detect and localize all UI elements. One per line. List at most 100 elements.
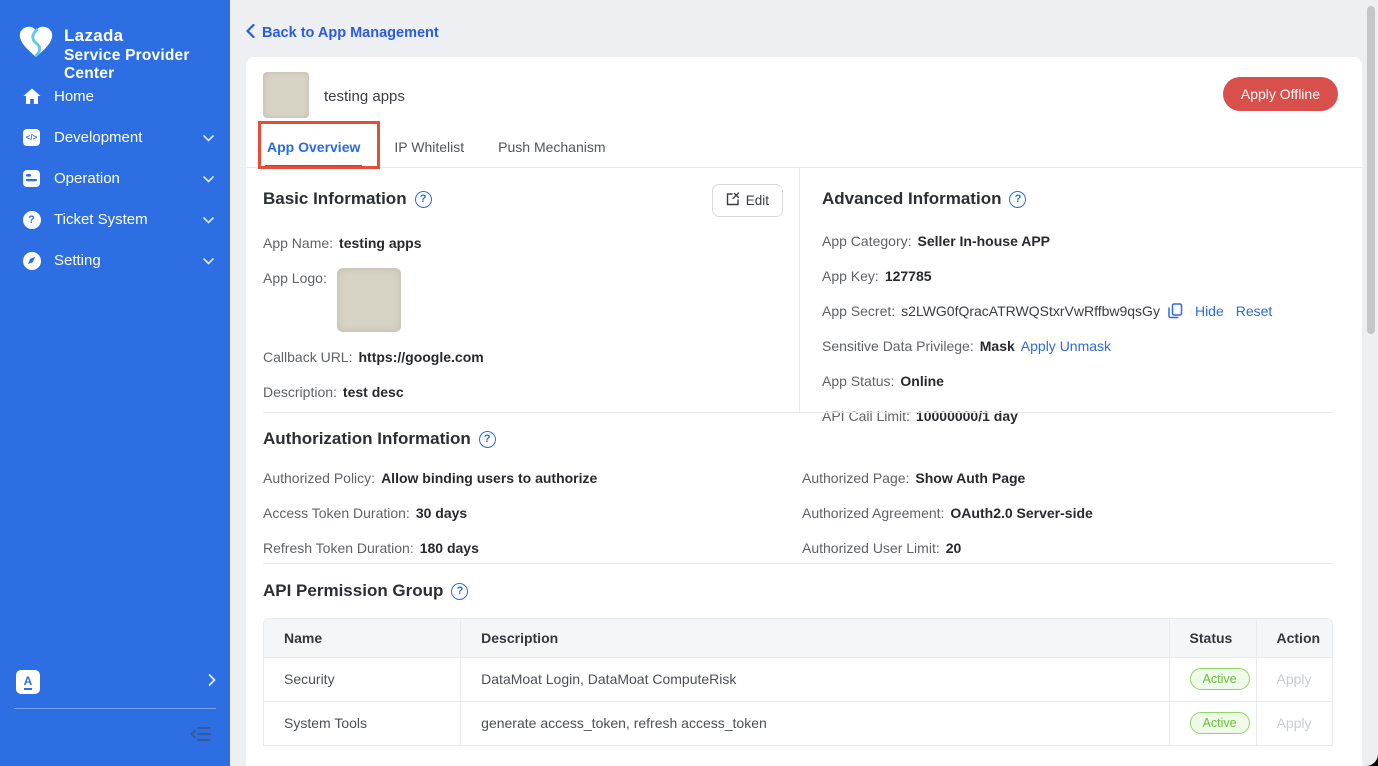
home-icon [22,87,41,106]
basic-information-section: Basic Information ? Edit App Name: testi… [246,168,800,412]
copy-icon[interactable] [1168,303,1183,319]
sidebar-item-label: Development [54,129,142,146]
column-header-name: Name [264,619,461,657]
chevron-right-icon [208,673,216,691]
access-token-duration-value: 30 days [416,503,467,523]
logo-text: Lazada Service Provider Center [64,26,230,83]
description-label: Description: [263,382,337,402]
refresh-token-duration-value: 180 days [420,538,479,558]
app-secret-value: s2LWG0fQracATRWQStxrVwRffbw9qsGy [901,301,1160,321]
authorized-agreement-value: OAuth2.0 Server-side [950,503,1092,523]
app-name-label: App Name: [263,233,333,253]
sidebar-item-setting[interactable]: Setting [0,240,230,281]
sidebar-nav: Home </> Development Operation ? Ticket … [0,76,230,281]
description-value: test desc [343,382,404,402]
sidebar-item-home[interactable]: Home [0,76,230,117]
callback-url-label: Callback URL: [263,347,352,367]
authorized-page-value: Show Auth Page [915,468,1025,488]
sidebar-item-operation[interactable]: Operation [0,158,230,199]
api-permission-group-section: API Permission Group ? Name Description … [263,581,1333,746]
apply-unmask-link[interactable]: Apply Unmask [1021,336,1111,356]
apply-offline-button[interactable]: Apply Offline [1223,77,1338,111]
edit-button-label: Edit [746,193,769,208]
app-logo-thumbnail [263,72,309,118]
authorized-page-label: Authorized Page: [802,468,909,488]
column-header-description: Description [461,619,1169,657]
sensitive-privilege-value: Mask [980,336,1015,356]
access-token-duration-label: Access Token Duration: [263,503,410,523]
back-link-label: Back to App Management [262,25,439,41]
status-badge: Active [1190,712,1250,734]
app-name-value: testing apps [339,233,421,253]
edit-button[interactable]: Edit [712,184,783,217]
compass-icon [22,251,41,270]
section-title-text: API Permission Group [263,581,443,601]
app-status-value: Online [900,371,944,391]
api-permission-table: Name Description Status Action Security … [263,618,1333,746]
language-selector[interactable]: A [16,670,216,694]
app-category-label: App Category: [822,231,912,251]
api-permission-group-title: API Permission Group ? [263,581,1333,601]
document-icon [22,169,41,188]
app-key-value: 127785 [885,266,932,286]
section-title-text: Advanced Information [822,189,1001,209]
tab-push-mechanism[interactable]: Push Mechanism [496,127,607,167]
advanced-information-section: Advanced Information ? App Category: Sel… [800,168,1362,412]
code-icon: </> [22,128,41,147]
status-badge: Active [1190,668,1250,690]
sidebar-item-development[interactable]: </> Development [0,117,230,158]
column-header-action: Action [1256,619,1332,657]
api-call-limit-value: 10000000/1 day [916,406,1018,426]
authorized-user-limit-label: Authorized User Limit: [802,538,940,558]
sidebar-item-ticket-system[interactable]: ? Ticket System [0,199,230,240]
lazada-heart-icon [18,26,54,64]
chevron-down-icon [203,129,214,146]
collapse-sidebar-icon[interactable] [190,724,212,744]
apply-action[interactable]: Apply [1256,657,1332,701]
chevron-down-icon [203,252,214,269]
apply-action[interactable]: Apply [1256,701,1332,745]
help-icon[interactable]: ? [1009,191,1026,208]
table-row: System Tools generate access_token, refr… [264,701,1332,745]
authorized-policy-label: Authorized Policy: [263,468,375,488]
authorization-information-title: Authorization Information ? [263,429,1333,449]
reset-secret-link[interactable]: Reset [1236,301,1273,321]
sensitive-privilege-label: Sensitive Data Privilege: [822,336,974,356]
hide-secret-link[interactable]: Hide [1195,301,1224,321]
sidebar-divider [14,708,216,709]
advanced-information-title: Advanced Information ? [822,189,1362,209]
tab-bar: App Overview IP Whitelist Push Mechanism [246,127,1362,168]
row-description: DataMoat Login, DataMoat ComputeRisk [461,657,1169,701]
app-key-label: App Key: [822,266,879,286]
authorized-agreement-label: Authorized Agreement: [802,503,944,523]
column-header-status: Status [1169,619,1256,657]
tab-app-overview[interactable]: App Overview [265,127,362,167]
help-icon[interactable]: ? [451,583,468,600]
app-status-label: App Status: [822,371,894,391]
scrollbar-thumb[interactable] [1367,6,1375,334]
row-description: generate access_token, refresh access_to… [461,701,1169,745]
tab-ip-whitelist[interactable]: IP Whitelist [392,127,466,167]
callback-url-value: https://google.com [358,347,483,367]
app-secret-label: App Secret: [822,301,895,321]
table-row: Security DataMoat Login, DataMoat Comput… [264,657,1332,701]
chevron-down-icon [203,211,214,228]
app-category-value: Seller In-house APP [918,231,1051,251]
back-to-app-management-link[interactable]: Back to App Management [246,24,439,42]
edit-icon [726,192,740,209]
chevron-left-icon [246,24,255,42]
row-name: System Tools [264,701,461,745]
lazada-logo: Lazada Service Provider Center [18,26,230,83]
api-call-limit-label: API Call Limit: [822,406,910,426]
sidebar-item-label: Home [54,88,94,105]
section-title-text: Basic Information [263,189,407,209]
section-divider [263,412,1333,413]
table-header-row: Name Description Status Action [264,619,1332,657]
logo-title: Lazada [64,26,230,46]
sidebar-item-label: Operation [54,170,120,187]
help-icon[interactable]: ? [415,191,432,208]
help-icon[interactable]: ? [479,431,496,448]
section-divider [263,563,1333,564]
sidebar: Lazada Service Provider Center Home </> … [0,0,230,766]
authorization-information-section: Authorization Information ? Authorized P… [263,429,1333,573]
